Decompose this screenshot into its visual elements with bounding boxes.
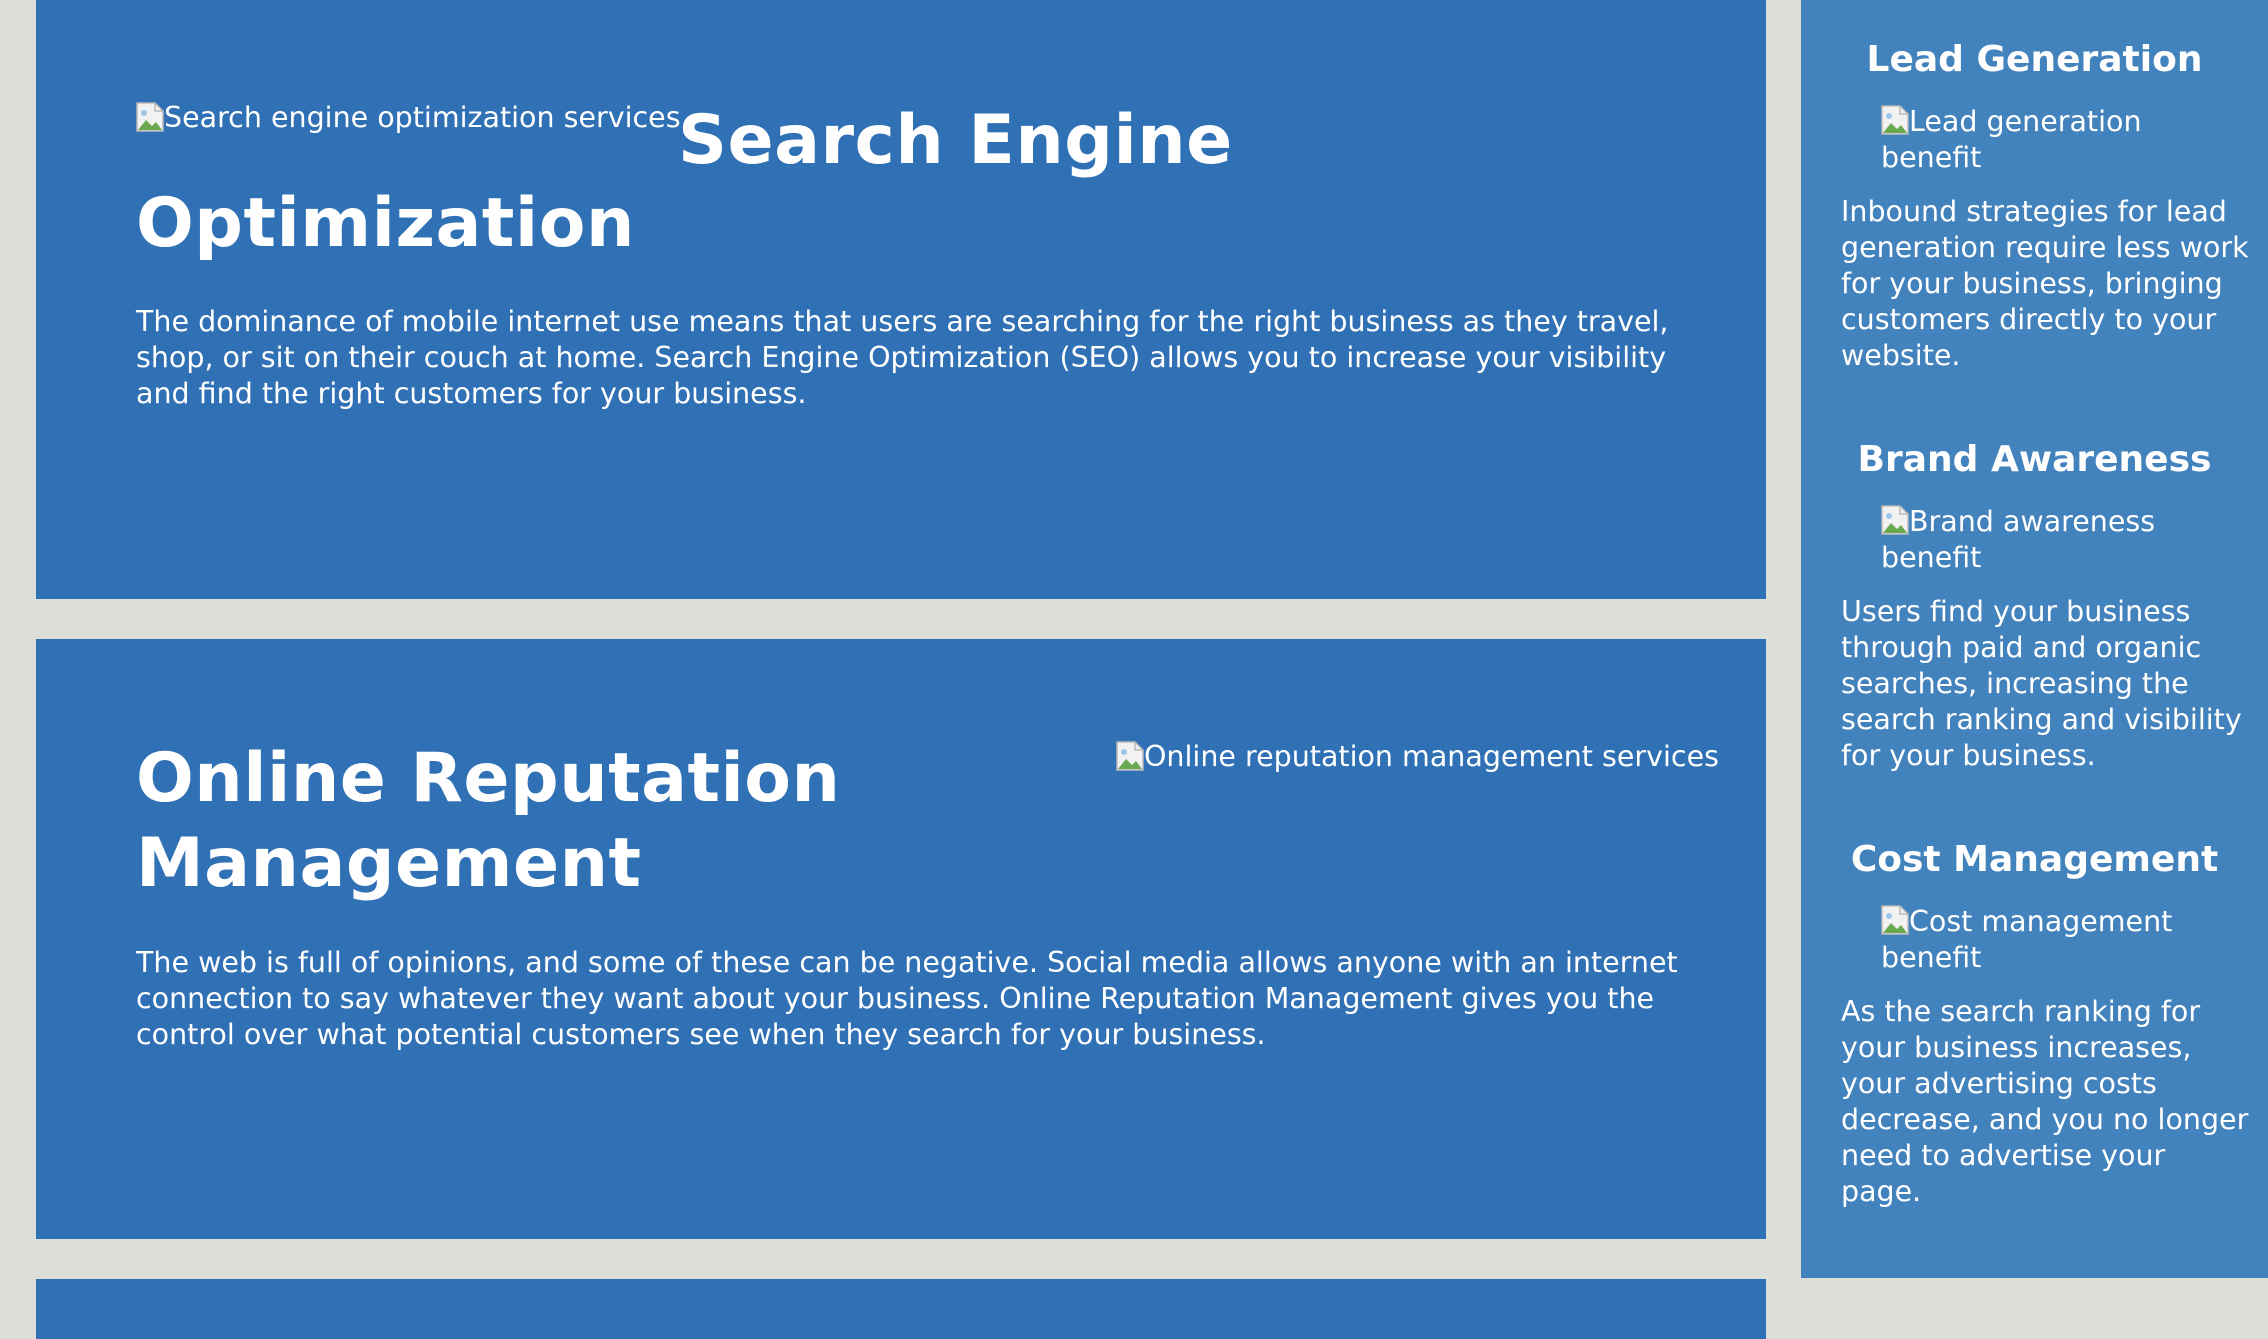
orm-description: The web is full of opinions, and some of… xyxy=(136,946,1678,1051)
orm-image-alt: Online reputation management services xyxy=(1144,740,1719,773)
benefit-text-cost-management: As the search ranking for your business … xyxy=(1841,995,2249,1208)
broken-image-icon xyxy=(136,102,164,132)
orm-image: Online reputation management services xyxy=(1116,739,1719,775)
seo-section: Search engine optimization services Sear… xyxy=(36,0,1766,599)
seo-heading-line1: Search Engine xyxy=(678,101,1233,180)
seo-heading-data: Search Engine Optimization xyxy=(36,0,37,1)
brand-awareness-image: Brand awareness benefit xyxy=(1881,503,2181,576)
benefit-text-brand-awareness: Users find your business through paid an… xyxy=(1841,595,2242,772)
lead-generation-image-alt: Lead generation benefit xyxy=(1881,105,2142,174)
orm-heading-line1: Online Reputation xyxy=(136,739,841,818)
seo-description: The dominance of mobile internet use mea… xyxy=(136,305,1669,410)
orm-section: Online reputation management services On… xyxy=(36,639,1766,1239)
broken-image-icon xyxy=(1881,105,1909,135)
cost-management-image: Cost management benefit xyxy=(1881,903,2181,976)
broken-image-icon xyxy=(1881,505,1909,535)
broken-image-icon xyxy=(1116,741,1144,771)
orm-heading-line2: Management xyxy=(136,824,642,903)
next-section xyxy=(36,1279,1766,1339)
benefit-title-brand-awareness: Brand Awareness xyxy=(1857,439,2212,480)
seo-image-alt: Search engine optimization services xyxy=(164,101,681,134)
broken-image-icon xyxy=(1881,905,1909,935)
orm-heading-data: Online Reputation Management xyxy=(36,639,37,640)
lead-generation-image: Lead generation benefit xyxy=(1881,103,2181,176)
benefit-title-lead-generation: Lead Generation xyxy=(1866,39,2203,80)
brand-awareness-image-alt: Brand awareness benefit xyxy=(1881,505,2156,574)
cost-management-image-alt: Cost management benefit xyxy=(1881,905,2173,974)
seo-image: Search engine optimization services xyxy=(136,100,681,136)
benefit-title-cost-management: Cost Management xyxy=(1850,839,2219,880)
seo-heading-line2: Optimization xyxy=(136,184,635,263)
benefit-text-lead-generation: Inbound strategies for lead generation r… xyxy=(1841,195,2249,372)
benefits-sidebar: Lead Generation Lead generation benefit … xyxy=(1801,0,2268,1278)
